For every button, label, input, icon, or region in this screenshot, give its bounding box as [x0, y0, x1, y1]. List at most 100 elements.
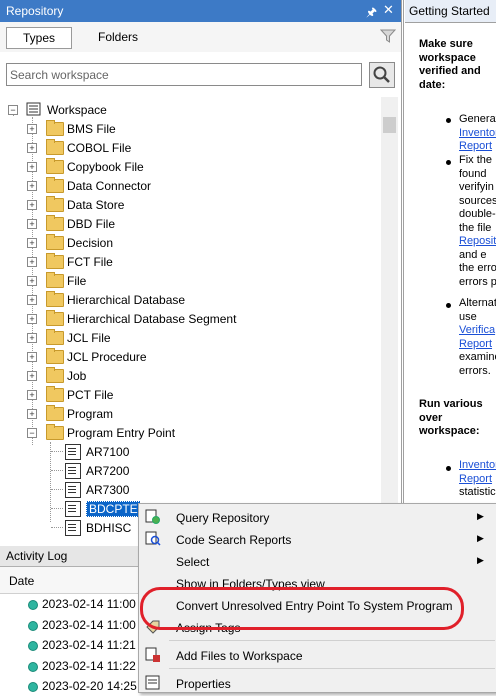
log-date: 2023-02-14 11:22	[42, 658, 136, 673]
gs-text: verifyin	[459, 181, 494, 193]
menu-item-select[interactable]: Select ▶	[139, 550, 496, 572]
gs-text: the erro	[459, 262, 496, 274]
log-row[interactable]: 2023-02-20 14:25	[0, 676, 150, 696]
expand-icon[interactable]: +	[27, 124, 37, 134]
folder-icon	[46, 386, 64, 402]
tree-label: COBOL File	[67, 141, 132, 155]
collapse-icon[interactable]: −	[8, 105, 18, 115]
expand-icon[interactable]: +	[27, 352, 37, 362]
menu-item-add-files[interactable]: Add Files to Workspace	[139, 644, 496, 666]
expand-icon[interactable]: +	[27, 143, 37, 153]
folder-icon	[46, 215, 64, 231]
tree-label: DBD File	[67, 217, 116, 231]
log-row[interactable]: 2023-02-14 11:00	[0, 594, 150, 614]
gs-text: Run various	[419, 398, 483, 410]
menu-item-query-repository[interactable]: Query Repository ▶	[139, 506, 496, 528]
expand-icon[interactable]: +	[27, 181, 37, 191]
tree-entry-point-row[interactable]: AR7300	[0, 480, 380, 499]
expand-icon[interactable]: +	[27, 333, 37, 343]
gs-link[interactable]: Inventor	[459, 459, 496, 473]
collapse-icon[interactable]: −	[27, 428, 37, 438]
gs-link[interactable]: Inventor	[459, 127, 496, 141]
entry-point-icon	[65, 520, 81, 536]
filter-icon[interactable]	[380, 28, 396, 44]
repository-titlebar: Repository 🖈 ✕	[0, 0, 401, 22]
folder-icon	[46, 196, 64, 212]
tree-label: Data Connector	[67, 179, 152, 193]
expand-icon[interactable]: +	[27, 390, 37, 400]
gs-link[interactable]: Reposit	[459, 235, 496, 249]
log-row[interactable]: 2023-02-14 11:00	[0, 615, 150, 635]
gs-text: examine	[459, 351, 496, 363]
submenu-arrow-icon: ▶	[477, 555, 484, 565]
tree-folder-row[interactable]: + FCT File	[0, 252, 380, 271]
folder-icon	[46, 234, 64, 250]
expand-icon[interactable]: +	[27, 295, 37, 305]
log-date: 2023-02-14 11:00	[42, 617, 136, 632]
entry-point-icon	[65, 482, 81, 498]
tree-folder-row[interactable]: + JCL File	[0, 328, 380, 347]
repository-tree[interactable]: − Workspace + BMS File + COBOL File + Copyboo…	[0, 97, 380, 543]
status-icon	[28, 661, 38, 672]
tree-folder-row[interactable]: + File	[0, 271, 380, 290]
expand-icon[interactable]: +	[27, 409, 37, 419]
tree-root-workspace[interactable]: − Workspace	[0, 100, 380, 119]
tree-folder-row[interactable]: − Program Entry Point	[0, 423, 380, 442]
tree-folder-row[interactable]: + Data Store	[0, 195, 380, 214]
expand-icon[interactable]: +	[27, 162, 37, 172]
tab-types[interactable]: Types	[6, 27, 72, 49]
tree-folder-row[interactable]: + JCL Procedure	[0, 347, 380, 366]
tree-folder-row[interactable]: + Job	[0, 366, 380, 385]
expand-icon[interactable]: +	[27, 371, 37, 381]
pin-icon[interactable]: 🖈	[366, 3, 377, 24]
expand-icon[interactable]: +	[27, 219, 37, 229]
expand-icon[interactable]: +	[27, 314, 37, 324]
column-date[interactable]: Date	[9, 574, 34, 588]
menu-item-code-search-reports[interactable]: Code Search Reports ▶	[139, 528, 496, 550]
tree-folder-row[interactable]: + PCT File	[0, 385, 380, 404]
search-input[interactable]: Search workspace	[6, 63, 362, 86]
tree-folder-row[interactable]: + Hierarchical Database Segment	[0, 309, 380, 328]
tree-entry-point-row[interactable]: AR7100	[0, 442, 380, 461]
tree-folder-row[interactable]: + BMS File	[0, 119, 380, 138]
gs-text: use	[459, 310, 477, 323]
gs-link[interactable]: Report	[459, 473, 492, 487]
repository-title: Repository	[6, 4, 64, 18]
folder-icon	[46, 291, 64, 307]
log-row[interactable]: 2023-02-14 11:22	[0, 656, 150, 676]
folder-icon	[46, 329, 64, 345]
tree-folder-row[interactable]: + DBD File	[0, 214, 380, 233]
gs-text: and e	[459, 248, 487, 261]
gs-text: errors p	[459, 275, 496, 288]
search-button[interactable]	[369, 62, 395, 88]
submenu-arrow-icon: ▶	[477, 533, 484, 543]
expand-icon[interactable]: +	[27, 200, 37, 210]
tree-folder-row[interactable]: + Copybook File	[0, 157, 380, 176]
expand-icon[interactable]: +	[27, 276, 37, 286]
entry-point-icon	[65, 444, 81, 460]
expand-icon[interactable]: +	[27, 238, 37, 248]
tab-folders[interactable]: Folders	[80, 27, 156, 47]
log-row[interactable]: 2023-02-14 11:21	[0, 635, 150, 655]
tree-label: Decision	[67, 236, 114, 250]
tree-scrollbar[interactable]	[381, 97, 398, 543]
gs-link[interactable]: Report	[459, 338, 492, 352]
gs-text: double-	[459, 208, 496, 220]
tree-scrollbar-thumb[interactable]	[383, 117, 396, 133]
tree-label: BMS File	[67, 122, 116, 136]
gs-link[interactable]: Report	[459, 140, 492, 154]
tree-label: AR7100	[86, 445, 130, 459]
tree-folder-row[interactable]: + Program	[0, 404, 380, 423]
tree-folder-row[interactable]: + Data Connector	[0, 176, 380, 195]
gs-link[interactable]: Verifica	[459, 324, 495, 338]
repository-tabbar: Types Folders	[0, 22, 401, 52]
folder-icon	[46, 158, 64, 174]
tree-entry-point-row[interactable]: AR7200	[0, 461, 380, 480]
close-icon[interactable]: ✕	[383, 2, 394, 18]
expand-icon[interactable]: +	[27, 257, 37, 267]
tree-folder-row[interactable]: + Hierarchical Database	[0, 290, 380, 309]
log-date: 2023-02-14 11:00	[42, 597, 136, 611]
tree-folder-row[interactable]: + Decision	[0, 233, 380, 252]
tree-folder-row[interactable]: + COBOL File	[0, 138, 380, 157]
folder-icon	[46, 310, 64, 326]
